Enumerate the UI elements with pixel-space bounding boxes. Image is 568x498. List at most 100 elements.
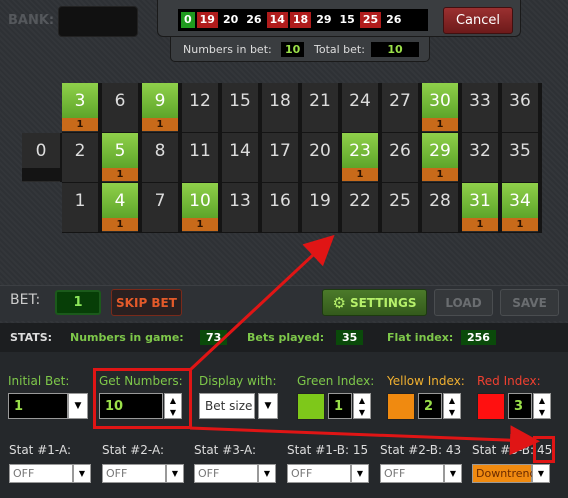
stat-2a-select[interactable]: OFF [102, 464, 166, 483]
board-cell[interactable]: 25 [382, 183, 420, 232]
board-cell[interactable]: 8 [142, 133, 180, 182]
stat-2b-select[interactable]: OFF [380, 464, 444, 483]
board-cell[interactable]: 28 [422, 183, 460, 232]
skip-bet-button[interactable]: SKIP BET [111, 289, 182, 316]
stat-2b-dropdown[interactable]: ▼ [444, 464, 462, 483]
load-button[interactable]: LOAD [434, 289, 493, 316]
board-cell[interactable]: 18 [262, 83, 300, 132]
initial-bet-dropdown[interactable]: ▼ [68, 393, 88, 419]
board-cell[interactable]: 41 [102, 183, 140, 232]
stat-1a-select[interactable]: OFF [9, 464, 73, 483]
yellow-swatch[interactable] [387, 393, 415, 420]
board-cell[interactable]: 16 [262, 183, 300, 232]
chevron-down-icon: ▼ [449, 469, 457, 478]
board-cell[interactable]: 27 [382, 83, 420, 132]
stat-3b-dropdown[interactable]: ▼ [532, 464, 550, 483]
board-cell[interactable]: 1 [62, 183, 100, 232]
board-cell[interactable]: 26 [382, 133, 420, 182]
board-cell-zero[interactable]: 0 [22, 133, 62, 182]
yellow-index-input[interactable]: 2 [418, 393, 442, 419]
stat-3a-select[interactable]: OFF [194, 464, 258, 483]
board-cell-number: 18 [269, 90, 291, 111]
board-cell[interactable]: 17 [262, 133, 300, 182]
board-cell-count: 1 [342, 168, 378, 181]
board-cell-number: 2 [74, 140, 86, 161]
stat-1b-dropdown[interactable]: ▼ [351, 464, 369, 483]
board-cell[interactable]: 11 [182, 133, 220, 182]
board-cell-count: 1 [102, 218, 138, 231]
settings-button[interactable]: ⚙ SETTINGS [322, 289, 427, 316]
board-cell[interactable]: 20 [302, 133, 340, 182]
board-cell[interactable]: 12 [182, 83, 220, 132]
display-with-dropdown[interactable]: ▼ [258, 393, 278, 419]
recent-number-black: 15 [336, 12, 358, 28]
stat-3a-dropdown[interactable]: ▼ [258, 464, 276, 483]
board-cell[interactable]: 15 [222, 83, 260, 132]
display-with-label: Display with: [199, 374, 277, 388]
arrow-up-icon[interactable]: ▲ [449, 396, 455, 405]
board-cell[interactable]: 36 [502, 83, 540, 132]
green-index-input[interactable]: 1 [328, 393, 352, 419]
board-cell-number: 22 [349, 190, 371, 211]
board-cell[interactable]: 31 [62, 83, 100, 132]
board-cell-count [342, 118, 378, 131]
stat-1a-dropdown[interactable]: ▼ [73, 464, 91, 483]
board-cell[interactable]: 51 [102, 133, 140, 182]
board-cell[interactable]: 31 1 [462, 183, 500, 232]
green-index-stepper[interactable]: ▲ ▼ [353, 393, 371, 419]
recent-number-black: 26 [383, 12, 405, 28]
board-cell[interactable]: 7 [142, 183, 180, 232]
board-cell[interactable]: 34 1 [502, 183, 540, 232]
board-cell-number: 1 [74, 190, 86, 211]
board-cell[interactable]: 13 [222, 183, 260, 232]
board-cell[interactable]: 21 [302, 83, 340, 132]
chevron-down-icon: ▼ [263, 469, 271, 478]
board-cell[interactable]: 10 1 [182, 183, 220, 232]
arrow-up-icon[interactable]: ▲ [359, 396, 365, 405]
arrow-down-icon[interactable]: ▼ [359, 408, 365, 417]
initial-bet-input[interactable]: 1 [8, 393, 68, 419]
recent-number-red: 18 [289, 12, 312, 28]
red-index-input[interactable]: 3 [508, 393, 532, 419]
stat-1b-select[interactable]: OFF [287, 464, 351, 483]
board-cell[interactable]: 23 1 [342, 133, 380, 182]
board-cell[interactable]: 91 [142, 83, 180, 132]
board-cell[interactable]: 32 [462, 133, 500, 182]
bet-info-panel: Numbers in bet: 10 Total bet: 10 [170, 37, 430, 62]
board-cell-count [502, 118, 538, 131]
board-cell[interactable]: 19 [302, 183, 340, 232]
arrow-down-icon[interactable]: ▼ [539, 408, 545, 417]
board-cell[interactable]: 24 [342, 83, 380, 132]
bet-label: BET: [10, 292, 41, 308]
board-cell[interactable]: 33 [462, 83, 500, 132]
board-cell[interactable]: 35 [502, 133, 540, 182]
cancel-button[interactable]: Cancel [443, 7, 513, 34]
board-cell-number: 19 [309, 190, 331, 211]
board-cell[interactable]: 2 [62, 133, 100, 182]
arrow-down-icon[interactable]: ▼ [449, 408, 455, 417]
display-with-select[interactable]: Bet size [199, 393, 255, 419]
board-cell[interactable]: 29 1 [422, 133, 460, 182]
arrow-up-icon[interactable]: ▲ [539, 396, 545, 405]
board-cell-number: 26 [389, 140, 411, 161]
red-swatch[interactable] [477, 393, 505, 420]
board-cell[interactable]: 14 [222, 133, 260, 182]
stat-2a-dropdown[interactable]: ▼ [166, 464, 184, 483]
yellow-index-stepper[interactable]: ▲ ▼ [443, 393, 461, 419]
board-cell[interactable]: 6 [102, 83, 140, 132]
board-cell[interactable]: 22 [342, 183, 380, 232]
board-cell-number: 27 [389, 90, 411, 111]
board-cell-count [302, 168, 338, 181]
numbers-in-bet-value: 10 [281, 42, 305, 57]
green-swatch[interactable] [297, 393, 325, 420]
red-index-stepper[interactable]: ▲ ▼ [533, 393, 551, 419]
board-cell-number: 16 [269, 190, 291, 211]
stat-3b-select[interactable]: Downtrend [472, 464, 536, 483]
yellow-index-label: Yellow Index: [387, 374, 465, 388]
save-button[interactable]: SAVE [500, 289, 559, 316]
board-cell-number: 20 [309, 140, 331, 161]
stat-2b-label: Stat #2-B: 43 [380, 443, 462, 457]
board-cell-count [462, 118, 498, 131]
board-cell[interactable]: 30 1 [422, 83, 460, 132]
board-cell-count [62, 218, 98, 231]
